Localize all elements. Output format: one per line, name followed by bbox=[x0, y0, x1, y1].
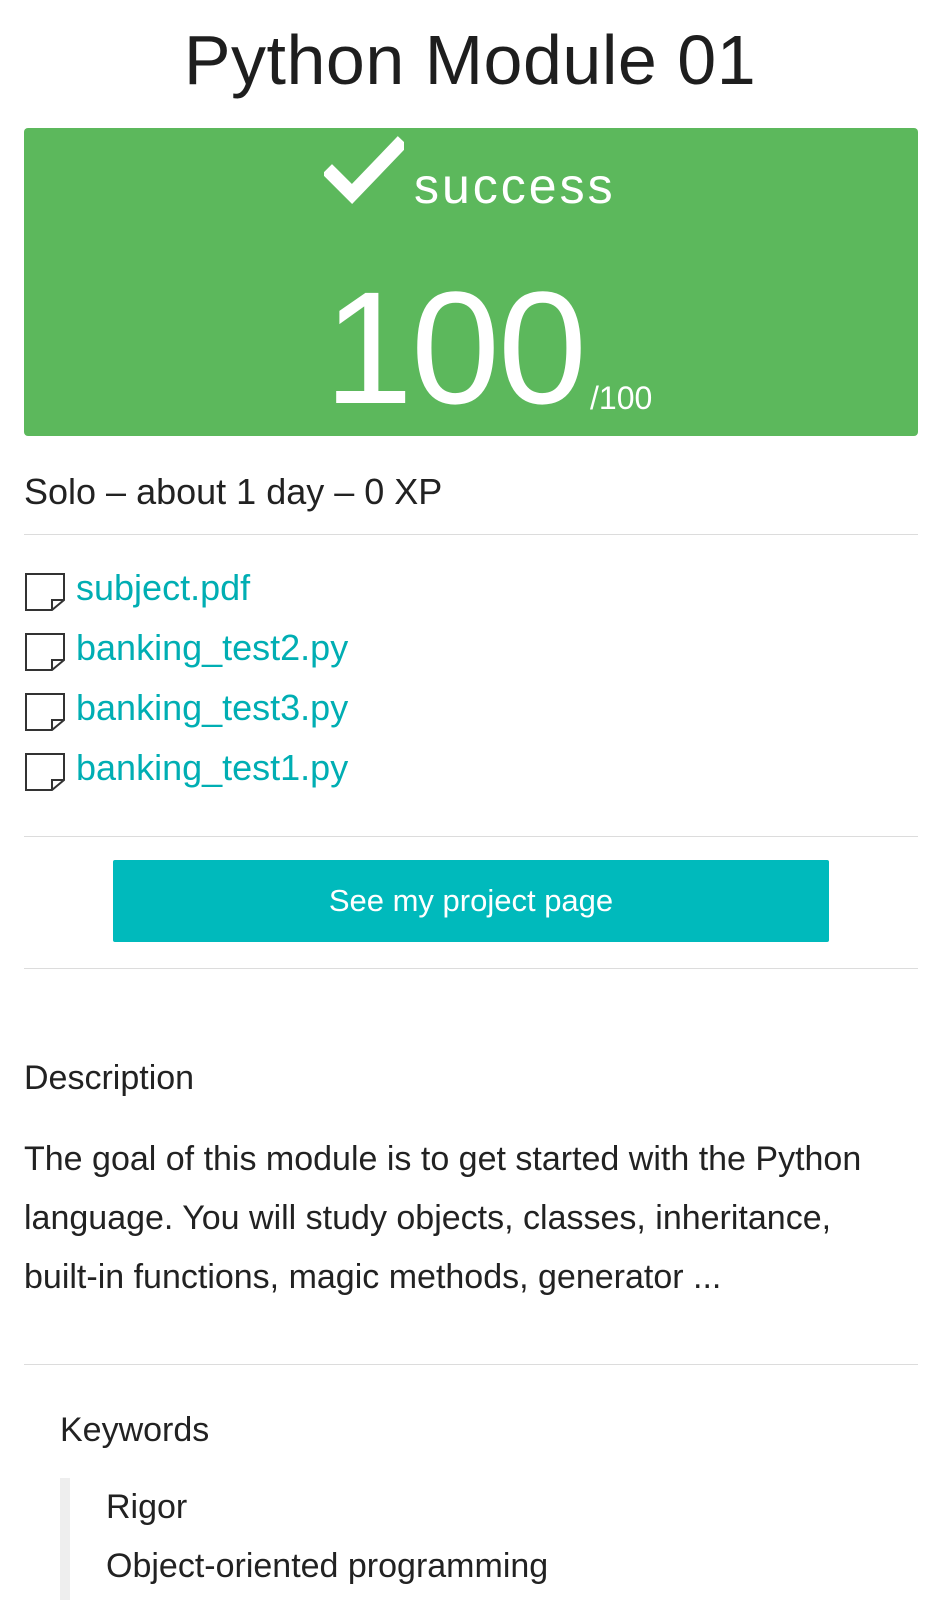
keywords-heading: Keywords bbox=[60, 1411, 210, 1449]
score-value: 100 bbox=[324, 258, 587, 437]
attachment-link-subject-pdf[interactable]: subject.pdf bbox=[76, 564, 250, 612]
page-title: Python Module 01 bbox=[183, 21, 757, 99]
status-row: success bbox=[24, 134, 918, 214]
file-icon bbox=[25, 753, 65, 791]
divider bbox=[24, 836, 918, 837]
attachment-link-banking-test3[interactable]: banking_test3.py bbox=[76, 684, 348, 732]
divider bbox=[24, 968, 918, 969]
check-icon bbox=[324, 136, 404, 205]
divider bbox=[24, 1364, 918, 1365]
attachment-link-banking-test2[interactable]: banking_test2.py bbox=[76, 624, 348, 672]
attachment-link-banking-test1[interactable]: banking_test1.py bbox=[76, 744, 348, 792]
file-icon bbox=[25, 633, 65, 671]
keywords-list: Rigor Object-oriented programming bbox=[60, 1478, 880, 1600]
file-icon bbox=[25, 573, 65, 611]
project-meta: Solo – about 1 day – 0 XP bbox=[24, 471, 443, 512]
description-heading: Description bbox=[24, 1059, 195, 1097]
keyword-item: Rigor bbox=[106, 1488, 188, 1526]
file-icon bbox=[25, 693, 65, 731]
description-text: The goal of this module is to get starte… bbox=[24, 1140, 862, 1296]
score-max: /100 bbox=[590, 380, 653, 416]
result-card: success 100 /100 bbox=[24, 128, 918, 436]
keyword-item: Object-oriented programming bbox=[106, 1547, 549, 1585]
divider bbox=[24, 534, 918, 535]
see-project-page-button[interactable]: See my project page bbox=[113, 860, 829, 942]
status-label: success bbox=[414, 158, 616, 214]
